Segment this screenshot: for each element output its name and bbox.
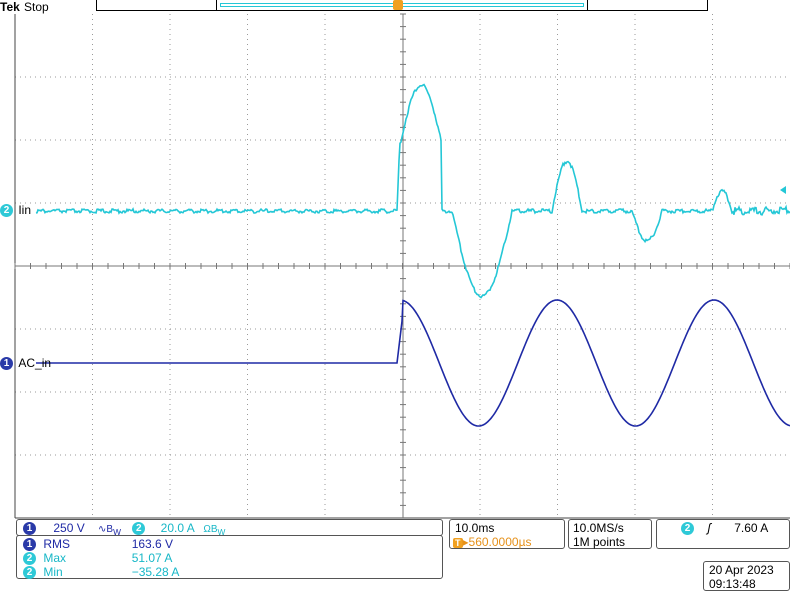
measurement-value: −35.28 A <box>131 565 180 579</box>
ch1-scale: 250 V <box>53 521 85 535</box>
horizontal-panel[interactable]: 10.0ms T ▸560.0000µs <box>449 519 565 549</box>
rising-edge-icon: ʃ <box>707 521 711 535</box>
trigger-panel[interactable]: 2 ʃ 7.60 A <box>656 519 790 549</box>
ch1-label: AC_in <box>18 356 52 370</box>
graticule <box>14 13 790 519</box>
datetime-panel: 20 Apr 2023 09:13:48 <box>703 561 790 591</box>
measurement-channel-badge: 2 <box>23 552 36 566</box>
measurement-value: 51.07 A <box>131 551 173 565</box>
ch2-label: Iin <box>18 203 32 217</box>
measurement-name: Max <box>43 551 67 565</box>
record-length: 1M points <box>573 535 626 549</box>
measurement-row: 2 Min −35.28 A <box>23 565 252 580</box>
measurement-channel-badge: 2 <box>23 566 36 580</box>
date-label: 20 Apr 2023 <box>709 563 774 577</box>
measurement-row: 1 RMS 163.6 V <box>23 537 252 552</box>
sample-rate: 10.0MS/s <box>573 521 624 535</box>
trigger-delay-value: ▸560.0000µs <box>462 535 532 549</box>
ch2-marker-badge: 2 <box>0 204 13 218</box>
time-label: 09:13:48 <box>709 577 756 591</box>
vertical-scale-panel[interactable]: 1 250 V ∿BW 2 20.0 A ΩBW <box>16 519 443 537</box>
dc-coupling-bw-icon: ΩBW <box>203 524 226 537</box>
trigger-channel-badge: 2 <box>681 522 694 536</box>
measurements-panel[interactable]: 1 RMS 163.6 V 2 Max 51.07 A 2 Min −35.28… <box>16 535 443 580</box>
trigger-delay: T ▸560.0000µs <box>453 535 532 549</box>
measurement-row: 2 Max 51.07 A <box>23 551 252 566</box>
measurement-name: RMS <box>43 537 71 551</box>
acquisition-panel[interactable]: 10.0MS/s 1M points <box>568 519 652 549</box>
ch2-scale: 20.0 A <box>160 521 195 535</box>
ac-coupling-bw-icon: ∿BW <box>98 524 121 537</box>
ch2-badge: 2 <box>132 522 146 536</box>
ch1-badge: 1 <box>23 522 36 536</box>
trigger-level: 7.60 A <box>734 521 769 535</box>
ch2-ground-marker[interactable]: 2 Iin <box>0 203 32 218</box>
timebase-scale: 10.0ms <box>455 521 495 535</box>
measurement-value: 163.6 V <box>131 537 174 551</box>
ch1-ground-marker[interactable]: 1 AC_in <box>0 356 52 371</box>
ch1-marker-badge: 1 <box>0 357 13 371</box>
trigger-delay-icon: T <box>453 538 463 548</box>
measurement-name: Min <box>43 565 63 579</box>
measurement-channel-badge: 1 <box>23 538 36 552</box>
